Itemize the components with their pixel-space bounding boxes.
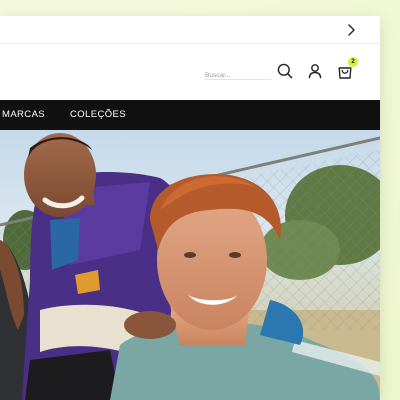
browser-window: 2 MARCAS COLEÇÕES: [0, 16, 380, 400]
site-header: 2: [0, 44, 380, 100]
announcement-bar: [0, 16, 380, 44]
cart-count-badge: 2: [348, 57, 358, 67]
search-field: [205, 64, 271, 83]
chevron-right-icon[interactable]: [344, 23, 358, 37]
hero-banner-image[interactable]: [0, 130, 380, 400]
hero-photo: [0, 133, 380, 400]
nav-item-colecoes[interactable]: COLEÇÕES: [70, 109, 126, 120]
nav-item-marcas[interactable]: MARCAS: [2, 109, 45, 120]
search-icon[interactable]: [276, 62, 294, 80]
main-nav: MARCAS COLEÇÕES: [0, 100, 380, 130]
search-input[interactable]: [205, 68, 271, 83]
shopping-bag-icon[interactable]: 2: [336, 57, 358, 80]
user-icon[interactable]: [306, 62, 324, 80]
